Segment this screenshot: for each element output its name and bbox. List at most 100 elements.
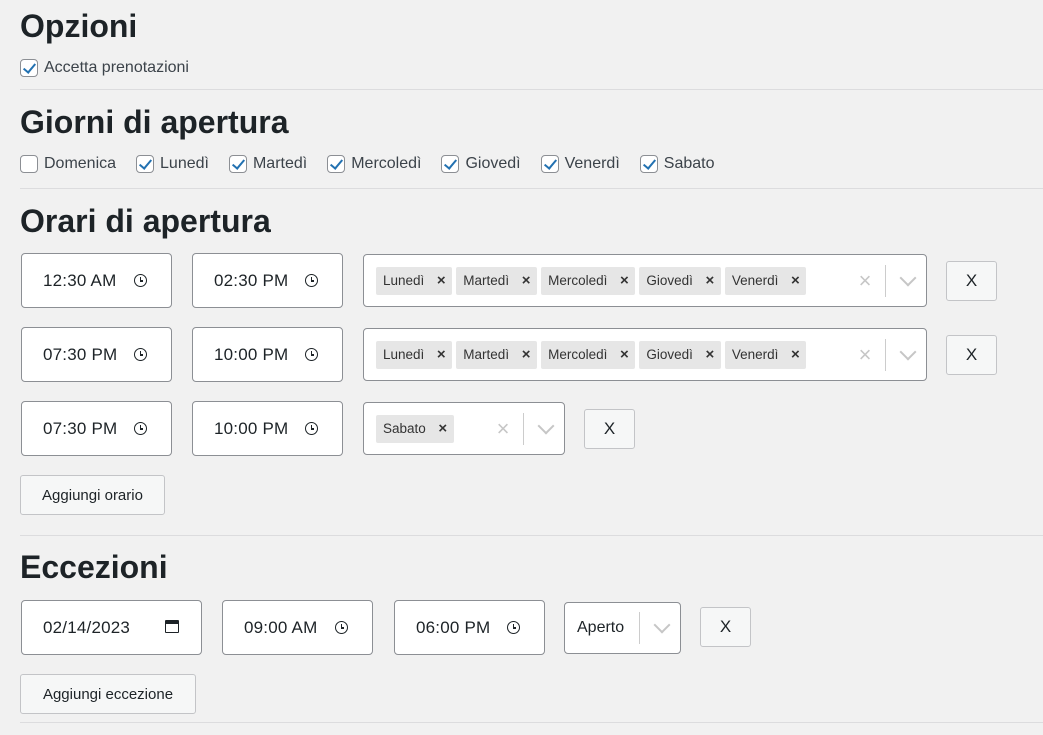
calendar-icon[interactable]	[165, 619, 179, 633]
remove-hours-button[interactable]: X	[946, 335, 997, 375]
day-tag: Martedì ×	[456, 266, 538, 295]
hours-days-multiselect[interactable]: Lunedì × Martedì × Mercoledì × Giovedì × Ven…	[363, 254, 927, 307]
hours-from-time-input[interactable]: 07:30 PM	[21, 327, 172, 382]
tag-label: Mercoledì	[548, 273, 608, 288]
indicator-separator	[885, 264, 886, 297]
day-checkbox-martedi[interactable]: Martedì	[228, 155, 308, 173]
tag-label: Martedì	[463, 273, 510, 288]
clock-icon[interactable]	[134, 422, 147, 435]
tag-label: Giovedì	[646, 347, 693, 362]
hours-to-time-input[interactable]: 02:30 PM	[192, 253, 343, 308]
clock-icon[interactable]	[134, 274, 147, 287]
selected-days: Sabato ×	[364, 414, 458, 443]
accept-bookings-checkbox[interactable]: Accetta prenotazioni	[20, 59, 189, 77]
time-value: 10:00 PM	[214, 418, 289, 438]
add-hours-button[interactable]: Aggiungi orario	[20, 475, 165, 515]
remove-tag-icon[interactable]: ×	[699, 267, 721, 295]
remove-tag-icon[interactable]: ×	[784, 341, 806, 369]
clear-icon[interactable]: ×	[493, 417, 513, 440]
day-checkbox-domenica[interactable]: Domenica	[20, 155, 116, 173]
remove-tag-icon[interactable]: ×	[430, 267, 452, 295]
select-indicators: ×	[855, 255, 917, 306]
indicator-separator	[885, 338, 886, 371]
clock-icon[interactable]	[335, 621, 348, 634]
day-checkbox-giovedi[interactable]: Giovedì	[441, 155, 521, 173]
date-value: 02/14/2023	[43, 617, 131, 637]
remove-tag-icon[interactable]: ×	[432, 415, 454, 443]
day-checkbox-venerdi[interactable]: Venerdì	[540, 155, 620, 173]
clock-icon[interactable]	[134, 348, 147, 361]
remove-tag-icon[interactable]: ×	[613, 267, 635, 295]
day-tag: Sabato ×	[376, 414, 454, 443]
time-value: 07:30 PM	[43, 418, 118, 438]
clock-icon[interactable]	[507, 621, 520, 634]
day-tag: Lunedì ×	[376, 266, 453, 295]
tag-label: Venerdì	[731, 347, 779, 362]
remove-tag-icon[interactable]: ×	[784, 267, 806, 295]
checkbox-unchecked-icon[interactable]	[20, 155, 38, 173]
select-indicators: ×	[493, 403, 555, 454]
chevron-down-icon[interactable]	[899, 343, 917, 360]
day-tag: Mercoledì ×	[541, 266, 636, 295]
clock-icon[interactable]	[305, 422, 318, 435]
checkbox-checked-icon[interactable]	[441, 155, 460, 173]
hours-to-time-input[interactable]: 10:00 PM	[192, 327, 343, 382]
day-checkbox-sabato[interactable]: Sabato	[639, 155, 714, 173]
remove-tag-icon[interactable]: ×	[613, 341, 635, 369]
clock-icon[interactable]	[305, 348, 318, 361]
exception-to-time-input[interactable]: 06:00 PM	[394, 600, 545, 655]
remove-tag-icon[interactable]: ×	[430, 341, 452, 369]
exception-date-input[interactable]: 02/14/2023	[21, 600, 202, 655]
checkbox-checked-icon[interactable]	[327, 155, 346, 173]
remove-hours-button[interactable]: X	[946, 261, 997, 301]
select-indicators	[629, 603, 671, 653]
divider	[20, 722, 1043, 723]
checkbox-checked-icon[interactable]	[136, 155, 155, 173]
hours-days-multiselect[interactable]: Lunedì × Martedì × Mercoledì × Giovedì × Ven…	[363, 328, 927, 381]
time-value: 10:00 PM	[214, 344, 289, 364]
exception-status-select[interactable]: Aperto	[564, 602, 681, 654]
hours-from-time-input[interactable]: 07:30 PM	[21, 401, 172, 456]
day-tag: Mercoledì ×	[541, 340, 636, 369]
exception-from-time-input[interactable]: 09:00 AM	[222, 600, 373, 655]
tag-label: Martedì	[463, 347, 510, 362]
day-checkbox-mercoledi[interactable]: Mercoledì	[327, 155, 421, 173]
chevron-down-icon[interactable]	[653, 616, 671, 634]
chevron-down-icon[interactable]	[899, 269, 917, 286]
time-value: 09:00 AM	[244, 617, 318, 637]
day-label: Domenica	[44, 155, 117, 172]
clock-icon[interactable]	[305, 274, 318, 287]
clear-icon[interactable]: ×	[855, 269, 875, 292]
checkbox-checked-icon[interactable]	[639, 155, 658, 173]
remove-tag-icon[interactable]: ×	[699, 341, 721, 369]
day-tag: Lunedì ×	[376, 340, 453, 369]
selected-days: Lunedì × Martedì × Mercoledì × Giovedì × Ven…	[364, 266, 810, 295]
tag-label: Giovedì	[646, 273, 693, 288]
remove-tag-icon[interactable]: ×	[515, 341, 537, 369]
day-label: Lunedì	[160, 155, 209, 172]
day-tag: Giovedì ×	[639, 340, 721, 369]
chevron-down-icon[interactable]	[537, 417, 555, 434]
hours-days-multiselect[interactable]: Sabato × ×	[363, 402, 565, 455]
hours-from-time-input[interactable]: 12:30 AM	[21, 253, 172, 308]
selected-days: Lunedì × Martedì × Mercoledì × Giovedì × Ven…	[364, 340, 810, 369]
remove-tag-icon[interactable]: ×	[515, 267, 537, 295]
divider	[20, 89, 1043, 90]
clear-icon[interactable]: ×	[855, 343, 875, 366]
checkbox-checked-icon[interactable]	[20, 59, 38, 77]
checkbox-checked-icon[interactable]	[228, 155, 247, 173]
day-checkbox-lunedi[interactable]: Lunedì	[136, 155, 209, 173]
tag-label: Venerdì	[731, 273, 779, 288]
add-exception-button[interactable]: Aggiungi eccezione	[20, 674, 196, 714]
time-value: 06:00 PM	[416, 617, 491, 637]
hours-to-time-input[interactable]: 10:00 PM	[192, 401, 343, 456]
remove-exception-button[interactable]: X	[700, 607, 751, 647]
tag-label: Lunedì	[383, 273, 425, 288]
day-label: Martedì	[252, 155, 308, 172]
indicator-separator	[523, 412, 524, 445]
divider	[20, 535, 1043, 536]
opening-days-heading: Giorni di apertura	[20, 104, 289, 140]
tag-label: Mercoledì	[548, 347, 608, 362]
remove-hours-button[interactable]: X	[584, 409, 635, 449]
checkbox-checked-icon[interactable]	[540, 155, 559, 173]
